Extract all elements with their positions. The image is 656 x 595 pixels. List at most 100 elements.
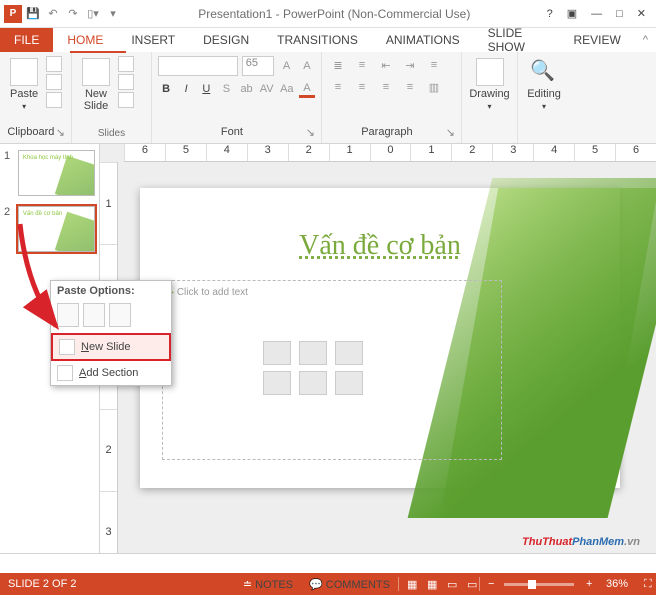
tab-insert[interactable]: INSERT [117,28,189,52]
section-icon[interactable] [118,92,134,108]
increase-font-icon[interactable]: A [278,57,294,75]
numbering-icon[interactable]: ≡ [352,56,372,74]
editing-button[interactable]: 🔍 Editing ▾ [524,56,564,113]
dialog-launcher-icon[interactable]: ↘ [446,126,455,139]
content-icon-grid [263,341,365,395]
group-label-font: Font [221,126,243,138]
justify-icon[interactable]: ≡ [400,78,420,96]
slide-title-text[interactable]: Vấn đề cơ bản [140,230,620,262]
slide-indicator[interactable]: SLIDE 2 OF 2 [0,578,84,590]
insert-video-icon[interactable] [335,371,363,395]
paste-button[interactable]: Paste ▾ [6,56,42,113]
title-bar: P 💾 ↶ ↷ ▯▾ ▾ Presentation1 - PowerPoint … [0,0,656,28]
copy-icon[interactable] [46,74,62,90]
format-painter-icon[interactable] [46,92,62,108]
paste-picture-icon[interactable] [109,303,131,327]
display-options-icon[interactable]: ▣ [567,7,577,20]
bullets-icon[interactable]: ≣ [328,56,348,74]
columns-icon[interactable]: ▥ [424,78,444,96]
restore-icon[interactable]: □ [616,8,623,20]
italic-icon[interactable]: I [178,80,194,98]
shadow-icon[interactable]: S [218,80,234,98]
decrease-font-icon[interactable]: A [299,57,315,75]
tab-slideshow[interactable]: SLIDE SHOW [474,28,560,52]
decrease-indent-icon[interactable]: ⇤ [376,56,396,74]
ribbon: Paste ▾ Clipboard↘ New Slide Slides [0,52,656,144]
annotation-arrow [12,218,72,298]
bold-icon[interactable]: B [158,80,174,98]
normal-view-icon[interactable]: ▦ [399,578,419,591]
reading-view-icon[interactable]: ▭ [439,578,459,591]
char-spacing-icon[interactable]: AV [259,80,275,98]
zoom-slider[interactable] [504,583,574,586]
line-spacing-icon[interactable]: ≡ [424,56,444,74]
group-label-slides: Slides [78,128,145,141]
slide-canvas[interactable]: Vấn đề cơ bản Click to add text [140,188,620,488]
thumbnail-row[interactable]: 1 Khoa học máy tính [4,150,95,196]
window-title: Presentation1 - PowerPoint (Non-Commerci… [122,7,547,21]
close-icon[interactable]: ✕ [637,7,646,20]
tab-transitions[interactable]: TRANSITIONS [263,28,372,52]
menu-item-new-slide[interactable]: New Slide [51,333,171,361]
minimize-icon[interactable]: — [591,8,602,20]
dialog-launcher-icon[interactable]: ↘ [306,126,315,139]
content-placeholder[interactable]: Click to add text [162,280,502,460]
tab-file[interactable]: FILE [0,28,53,52]
align-left-icon[interactable]: ≡ [328,78,348,96]
group-clipboard: Paste ▾ Clipboard↘ [0,52,72,143]
help-icon[interactable]: ? [547,8,553,20]
align-right-icon[interactable]: ≡ [376,78,396,96]
reset-icon[interactable] [118,74,134,90]
tab-home[interactable]: HOME [53,28,117,52]
menu-item-add-section[interactable]: Add Section [51,361,171,385]
dialog-launcher-icon[interactable]: ↘ [56,126,65,139]
group-label-drawing [468,139,511,141]
new-slide-button[interactable]: New Slide [78,56,114,114]
insert-online-picture-icon[interactable] [299,371,327,395]
tab-review[interactable]: REVIEW [559,28,634,52]
group-label-paragraph: Paragraph [361,126,412,138]
font-size-select[interactable]: 65 [242,56,275,76]
group-label-editing [524,139,564,141]
watermark: ThuThuatPhanMem.vn [522,528,640,551]
zoom-in-icon[interactable]: + [578,578,598,590]
sorter-view-icon[interactable]: ▦ [419,578,439,591]
notes-splitter[interactable] [0,553,656,573]
zoom-out-icon[interactable]: − [480,578,500,590]
underline-icon[interactable]: U [198,80,214,98]
thumbnail-1[interactable]: Khoa học máy tính [18,150,95,196]
change-case-icon[interactable]: Aa [279,80,295,98]
collapse-ribbon-icon[interactable]: ^ [635,28,656,52]
slideshow-view-icon[interactable]: ▭ [459,578,479,591]
zoom-level[interactable]: 36% [598,578,636,590]
group-label-clipboard: Clipboard [7,126,54,138]
align-center-icon[interactable]: ≡ [352,78,372,96]
chevron-down-icon: ▾ [22,102,26,111]
ribbon-tabs: FILE HOME INSERT DESIGN TRANSITIONS ANIM… [0,28,656,52]
qat-customize-icon[interactable]: ▾ [104,5,122,23]
insert-smartart-icon[interactable] [335,341,363,365]
insert-chart-icon[interactable] [299,341,327,365]
new-slide-icon [59,339,75,355]
tab-design[interactable]: DESIGN [189,28,263,52]
tab-animations[interactable]: ANIMATIONS [372,28,474,52]
undo-icon[interactable]: ↶ [44,5,62,23]
fit-to-window-icon[interactable]: ⛶ [636,578,656,591]
save-icon[interactable]: 💾 [24,5,42,23]
layout-icon[interactable] [118,56,134,72]
cut-icon[interactable] [46,56,62,72]
comments-button[interactable]: 💬 COMMENTS [301,578,398,591]
redo-icon[interactable]: ↷ [64,5,82,23]
insert-table-icon[interactable] [263,341,291,365]
increase-indent-icon[interactable]: ⇥ [400,56,420,74]
font-color-icon[interactable]: A [299,80,315,98]
group-slides: New Slide Slides [72,52,152,143]
paste-keep-source-icon[interactable] [83,303,105,327]
powerpoint-icon: P [4,5,22,23]
insert-picture-icon[interactable] [263,371,291,395]
notes-button[interactable]: ≐ NOTES [235,578,301,591]
start-from-beginning-icon[interactable]: ▯▾ [84,5,102,23]
strikethrough-icon[interactable]: ab [239,80,255,98]
drawing-button[interactable]: Drawing ▾ [468,56,511,113]
font-family-select[interactable] [158,56,238,76]
